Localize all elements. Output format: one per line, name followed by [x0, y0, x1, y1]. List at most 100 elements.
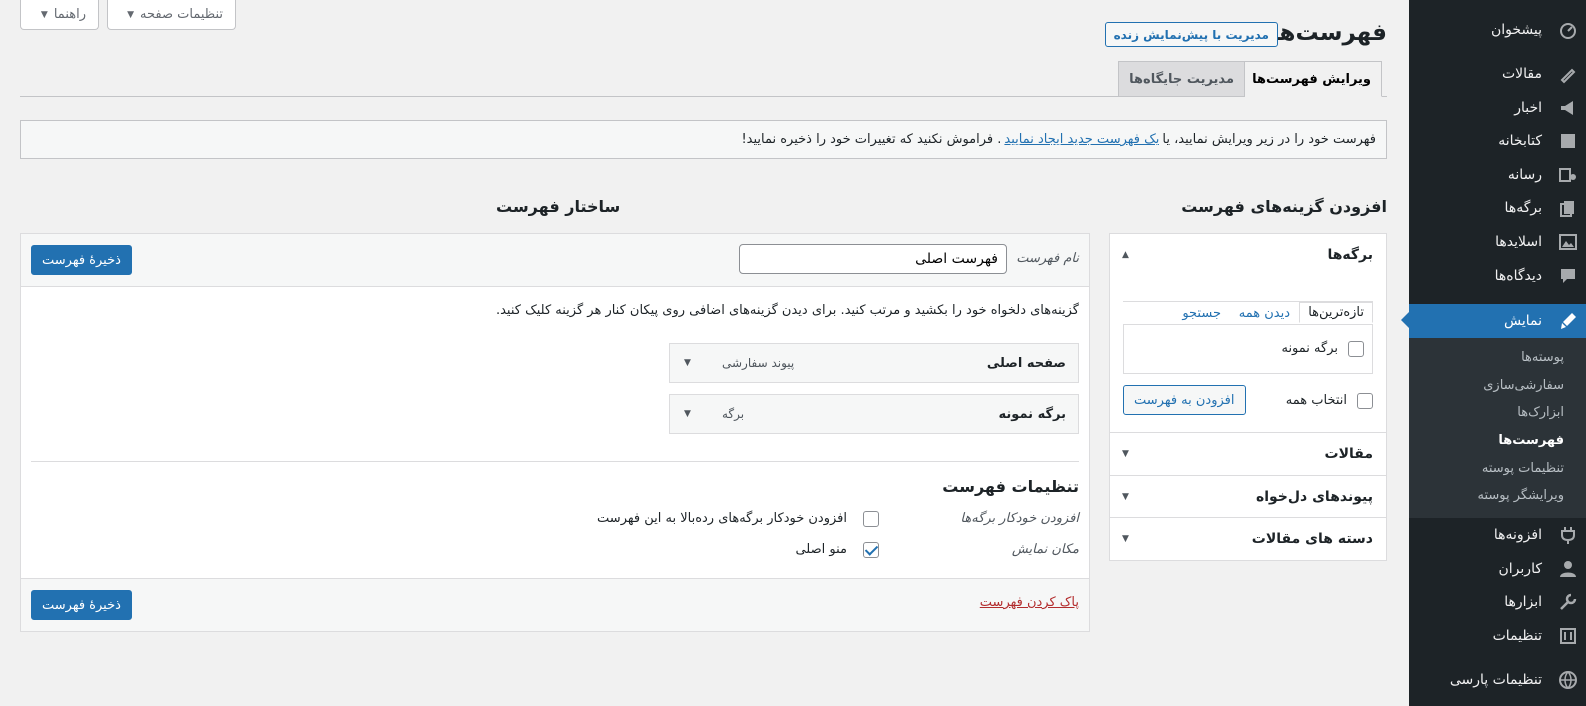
submenu-item-theme-editor[interactable]: ویرایشگر پوسته [1409, 481, 1586, 509]
page-checkbox[interactable] [1348, 341, 1364, 357]
sidebar-item-label: ابزارها [1504, 594, 1542, 610]
caret-down-icon: ▼ [1122, 448, 1129, 459]
sidebar-item-slides[interactable]: اسلایدها [1409, 225, 1586, 259]
sidebar-item-library[interactable]: کتابخانه [1409, 124, 1586, 158]
accordion-section-title: برگه‌ها [1327, 247, 1373, 263]
subtab-search[interactable]: جستجو [1182, 306, 1221, 321]
page-option-label: برگه نمونه [1281, 341, 1338, 356]
accordion-section-pages[interactable]: برگه‌ها ▲ [1110, 234, 1386, 276]
menu-item[interactable]: برگه نمونه برگه ▼ [669, 394, 1079, 434]
admin-sidebar: پیشخوان مقالات اخبار کتابخانه رسانه برگه… [1401, 0, 1586, 706]
tab-manage-locations[interactable]: مدیریت جایگاه‌ها [1118, 61, 1245, 97]
submenu-item-themes[interactable]: پوسته‌ها [1409, 343, 1586, 371]
notice-text-after: . فراموش نکنید که تغییرات خود را ذخیره ن… [741, 132, 1002, 147]
media-icon [1558, 165, 1578, 185]
sidebar-item-label: اخبار [1514, 100, 1542, 116]
submenu-item-theme-settings[interactable]: تنظیمات پوسته [1409, 454, 1586, 482]
sidebar-item-persian-settings[interactable]: تنظیمات پارسی [1409, 663, 1586, 697]
display-location-label: مکان نمایش [1011, 542, 1079, 557]
page-checklist: برگه نمونه [1123, 324, 1373, 374]
subtab-most-recent[interactable]: تازه‌ترین‌ها [1299, 302, 1373, 323]
slides-icon [1558, 232, 1578, 252]
accordion-section-title: پیوندهای دل‌خواه [1255, 488, 1373, 505]
sidebar-item-appearance[interactable]: نمایش [1409, 304, 1586, 338]
subtab-view-all[interactable]: دیدن همه [1239, 306, 1290, 321]
menu-header: نام فهرست ذخیرهٔ فهرست [21, 234, 1089, 287]
brush-icon [1558, 311, 1578, 331]
auto-add-option: افزودن خودکار برگه‌های رده‌بالا به این ف… [597, 511, 847, 526]
caret-down-icon[interactable]: ▼ [684, 409, 691, 419]
menu-management-panel: نام فهرست ذخیرهٔ فهرست گزینه‌های دلخواه … [20, 233, 1090, 632]
accordion-section-title: مقالات [1324, 445, 1374, 462]
appearance-submenu: پوسته‌ها سفارشی‌سازی ابزارک‌ها فهرست‌ها … [1409, 338, 1586, 518]
menu-item-type: برگه [722, 407, 745, 421]
menu-item-title: صفحه اصلی [986, 355, 1066, 371]
add-items-accordion: برگه‌ها ▲ تازه‌ترین‌ها دیدن همه جستجو بر… [1109, 233, 1387, 561]
auto-add-label: افزودن خودکار برگه‌ها [960, 511, 1079, 526]
info-notice: فهرست خود را در زیر ویرایش نمایید، یا یک… [20, 120, 1387, 159]
book-icon [1558, 131, 1578, 151]
caret-down-icon: ▼ [1122, 491, 1129, 502]
sidebar-item-users[interactable]: کاربران [1409, 552, 1586, 586]
sidebar-item-media[interactable]: رسانه [1409, 158, 1586, 192]
user-icon [1558, 559, 1578, 579]
submenu-item-menus[interactable]: فهرست‌ها [1409, 426, 1586, 454]
accordion-section-custom-links[interactable]: پیوندهای دل‌خواه ▼ [1110, 475, 1386, 517]
sidebar-item-label: پیشخوان [1490, 22, 1542, 38]
select-all-label: انتخاب همه [1285, 393, 1347, 408]
sidebar-item-label: تنظیمات پارسی [1449, 672, 1542, 688]
menu-structure-title: ساختار فهرست [496, 197, 621, 216]
sidebar-item-label: مقالات [1501, 66, 1542, 82]
current-menu-pointer [1401, 312, 1409, 328]
menu-name-input[interactable] [739, 244, 1007, 274]
sidebar-item-posts[interactable]: مقالات [1409, 57, 1586, 91]
accordion-section-posts[interactable]: مقالات ▼ [1110, 432, 1386, 474]
page-title: فهرست‌ها [1270, 20, 1387, 46]
select-all-checkbox[interactable] [1357, 393, 1373, 409]
menu-settings-title: تنظیمات فهرست [942, 477, 1079, 496]
caret-down-icon[interactable]: ▼ [684, 358, 691, 368]
sidebar-item-news[interactable]: اخبار [1409, 91, 1586, 125]
sidebar-item-plugins[interactable]: افزونه‌ها [1409, 518, 1586, 552]
location-primary-checkbox[interactable] [863, 542, 879, 558]
menu-item[interactable]: صفحه اصلی پیوند سفارشی ▼ [669, 343, 1079, 383]
caret-down-icon: ▼ [40, 9, 48, 20]
notice-text-before: فهرست خود را در زیر ویرایش نمایید، یا [1162, 132, 1376, 147]
menu-footer: پاک کردن فهرست ذخیرهٔ فهرست [21, 578, 1089, 631]
sidebar-item-dashboard[interactable]: پیشخوان [1409, 13, 1586, 47]
sidebar-item-pages[interactable]: برگه‌ها [1409, 191, 1586, 225]
sidebar-item-label: اسلایدها [1495, 234, 1542, 250]
screen-options-label: تنظیمات صفحه [140, 7, 223, 22]
comment-icon [1558, 266, 1578, 286]
caret-up-icon: ▲ [1122, 250, 1129, 260]
auto-add-checkbox[interactable] [863, 511, 879, 527]
menu-item-title: برگه نمونه [998, 406, 1066, 422]
save-menu-button-top[interactable]: ذخیرهٔ فهرست [31, 245, 132, 275]
help-button[interactable]: راهنما ▼ [20, 0, 99, 30]
screen-options-button[interactable]: تنظیمات صفحه ▼ [107, 0, 236, 30]
submenu-item-customize[interactable]: سفارشی‌سازی [1409, 371, 1586, 399]
wrench-icon [1558, 592, 1578, 612]
plugin-icon [1558, 525, 1578, 545]
add-to-menu-button[interactable]: افزودن به فهرست [1123, 385, 1246, 415]
save-menu-button-bottom[interactable]: ذخیرهٔ فهرست [31, 590, 132, 620]
caret-down-icon: ▼ [1122, 533, 1129, 544]
megaphone-icon [1558, 98, 1578, 118]
create-new-menu-link[interactable]: یک فهرست جدید ایجاد نمایید [1004, 132, 1159, 147]
accordion-section-categories[interactable]: دسته های مقالات ▼ [1110, 517, 1386, 559]
help-label: راهنما [53, 7, 86, 22]
sidebar-item-settings[interactable]: تنظیمات [1409, 619, 1586, 653]
manage-live-preview-button[interactable]: مدیریت با پیش‌نمایش زنده [1104, 22, 1278, 47]
submenu-item-widgets[interactable]: ابزارک‌ها [1409, 398, 1586, 426]
tab-edit-menus[interactable]: ویرایش فهرست‌ها [1241, 61, 1382, 97]
delete-menu-link[interactable]: پاک کردن فهرست [980, 595, 1079, 610]
menu-name-label: نام فهرست [1016, 251, 1079, 266]
location-primary-option: منو اصلی [795, 542, 847, 557]
drag-instructions: گزینه‌های دلخواه خود را بکشید و مرتب کنی… [495, 303, 1079, 318]
menu-item-type: پیوند سفارشی [722, 356, 795, 370]
sidebar-item-tools[interactable]: ابزارها [1409, 585, 1586, 619]
sidebar-item-label: نمایش [1503, 313, 1542, 329]
sidebar-item-label: کتابخانه [1498, 133, 1542, 149]
sidebar-item-comments[interactable]: دیدگاه‌ها [1409, 259, 1586, 293]
add-menu-items-title: افزودن گزینه‌های فهرست [1181, 197, 1387, 216]
